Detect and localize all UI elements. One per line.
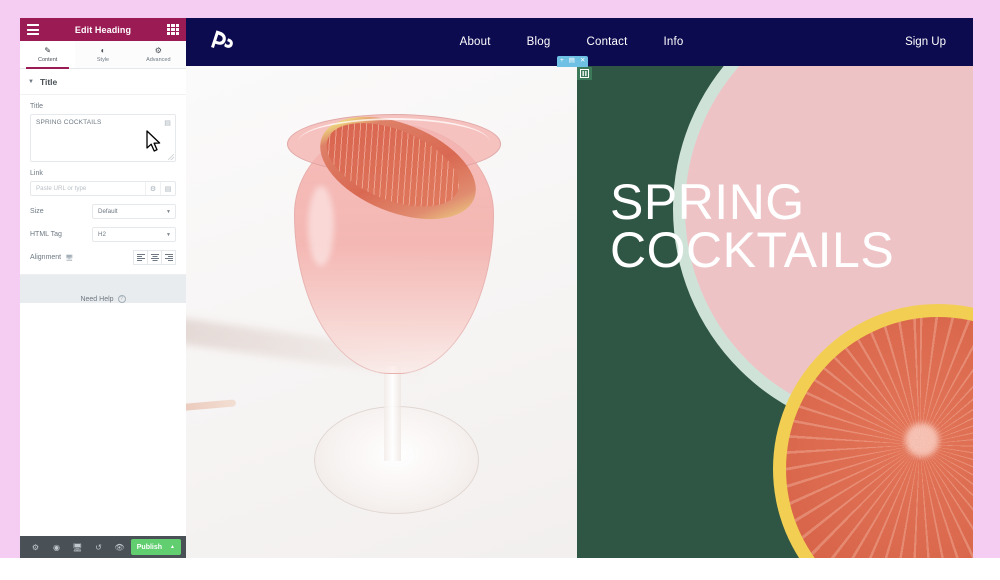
need-help-label: Need Help: [80, 295, 114, 303]
navigator-layers-icon[interactable]: ◉: [46, 536, 67, 558]
panel-footer: ⚙ ◉ 🖥 ↺ 👁 Publish ▲: [20, 536, 186, 558]
tab-advanced[interactable]: ⚙ Advanced: [130, 41, 186, 68]
tab-content[interactable]: ✎ Content: [20, 41, 76, 69]
column-widget-handle[interactable]: [577, 67, 592, 80]
html-tag-select[interactable]: H2 ▼: [92, 227, 176, 242]
link-control: Link Paste URL or type ⚙ ▤: [20, 162, 186, 196]
align-left-icon[interactable]: [133, 250, 148, 265]
delete-icon[interactable]: ✕: [580, 58, 585, 65]
chevron-down-icon: ▼: [28, 79, 34, 85]
element-inline-toolbar: + ▤ ✕: [557, 56, 589, 67]
section-title-toggle[interactable]: ▼ Title: [20, 69, 186, 95]
pencil-icon: ✎: [44, 45, 52, 55]
html-tag-label: HTML Tag: [30, 231, 62, 238]
grapefruit-center: [905, 422, 939, 457]
edit-column-icon[interactable]: ▤: [569, 58, 575, 65]
html-tag-value: H2: [98, 231, 106, 238]
question-circle-icon: ?: [117, 295, 126, 303]
panel-header: Edit Heading: [20, 18, 186, 41]
nav-signup-link[interactable]: Sign Up: [905, 36, 946, 48]
title-control: Title SPRING COCKTAILS ▤: [20, 95, 186, 162]
nav-link-contact[interactable]: Contact: [586, 36, 627, 48]
tab-content-label: Content: [38, 56, 58, 63]
link-input-row: Paste URL or type ⚙ ▤: [30, 181, 176, 196]
alignment-label-group: Alignment 🖥: [30, 254, 73, 262]
need-help-area: Need Help ?: [20, 275, 186, 303]
publish-button[interactable]: Publish ▲: [130, 539, 181, 555]
glass-rim: [298, 118, 490, 166]
gear-icon: ⚙: [154, 45, 162, 55]
desktop-monitor-icon[interactable]: 🖥: [65, 254, 73, 262]
html-tag-control: HTML Tag H2 ▼: [20, 219, 186, 242]
brand-monogram-logo[interactable]: [208, 27, 238, 57]
preview-eye-icon[interactable]: 👁: [109, 536, 130, 558]
align-right-icon[interactable]: [161, 250, 176, 265]
nav-links: About Blog Contact Info: [460, 36, 684, 48]
link-field-label: Link: [30, 170, 43, 177]
title-textarea[interactable]: SPRING COCKTAILS ▤: [30, 114, 176, 162]
alignment-buttons: [133, 250, 176, 265]
page-bottom-margin: [0, 558, 1000, 580]
alignment-label: Alignment: [30, 254, 62, 261]
history-revisions-icon[interactable]: ↺: [88, 536, 109, 558]
publish-label: Publish: [136, 543, 163, 551]
link-database-icon[interactable]: ▤: [160, 182, 175, 195]
nav-link-info[interactable]: Info: [664, 36, 684, 48]
caret-up-icon[interactable]: ▲: [170, 544, 175, 550]
hero-section: SPRING COCKTAILS: [186, 66, 973, 558]
responsive-mode-icon[interactable]: 🖥: [67, 536, 88, 558]
add-section-icon[interactable]: +: [560, 58, 564, 65]
glass-highlight: [308, 186, 334, 266]
nav-link-blog[interactable]: Blog: [527, 36, 551, 48]
nav-link-about[interactable]: About: [460, 36, 491, 48]
size-select[interactable]: Default ▼: [92, 204, 176, 219]
contrast-circle-icon: ◐: [100, 45, 106, 55]
editor-screen: Edit Heading ✎ Content ◐ Style ⚙ Advance…: [0, 0, 1000, 580]
tab-style-label: Style: [96, 56, 110, 63]
panel-title: Edit Heading: [74, 24, 132, 35]
size-control: Size Default ▼: [20, 196, 186, 219]
hero-heading[interactable]: SPRING COCKTAILS: [610, 177, 894, 275]
panel-tabs: ✎ Content ◐ Style ⚙ Advanced: [20, 41, 186, 69]
elementor-panel: Edit Heading ✎ Content ◐ Style ⚙ Advance…: [20, 18, 186, 558]
link-options-gear-icon[interactable]: ⚙: [145, 182, 160, 195]
chevron-down-icon: ▼: [166, 231, 171, 238]
tab-style[interactable]: ◐ Style: [75, 41, 131, 68]
tab-advanced-label: Advanced: [146, 56, 171, 63]
size-label: Size: [30, 208, 44, 215]
textarea-resize-handle[interactable]: [168, 154, 174, 160]
chevron-down-icon: ▼: [166, 208, 171, 215]
align-center-icon[interactable]: [147, 250, 162, 265]
link-input[interactable]: Paste URL or type: [31, 185, 145, 192]
alignment-control: Alignment 🖥: [20, 242, 186, 265]
section-title-label: Title: [39, 77, 58, 87]
hero-heading-column[interactable]: SPRING COCKTAILS: [577, 66, 973, 558]
glass-stem: [384, 366, 401, 461]
title-field-label: Title: [30, 103, 43, 110]
hero-image-column[interactable]: [186, 66, 577, 558]
hamburger-menu-icon[interactable]: [27, 24, 39, 35]
preview-canvas: About Blog Contact Info Sign Up + ▤ ✕ SP…: [186, 18, 973, 558]
need-help-link[interactable]: Need Help ?: [80, 295, 126, 303]
database-icon[interactable]: ▤: [163, 118, 172, 127]
title-textarea-value: SPRING COCKTAILS: [36, 119, 102, 126]
size-value: Default: [98, 208, 118, 215]
widgets-grid-icon[interactable]: [167, 24, 179, 35]
panel-body: ▼ Title Title SPRING COCKTAILS ▤ Link Pa…: [20, 69, 186, 536]
settings-gear-icon[interactable]: ⚙: [25, 536, 46, 558]
